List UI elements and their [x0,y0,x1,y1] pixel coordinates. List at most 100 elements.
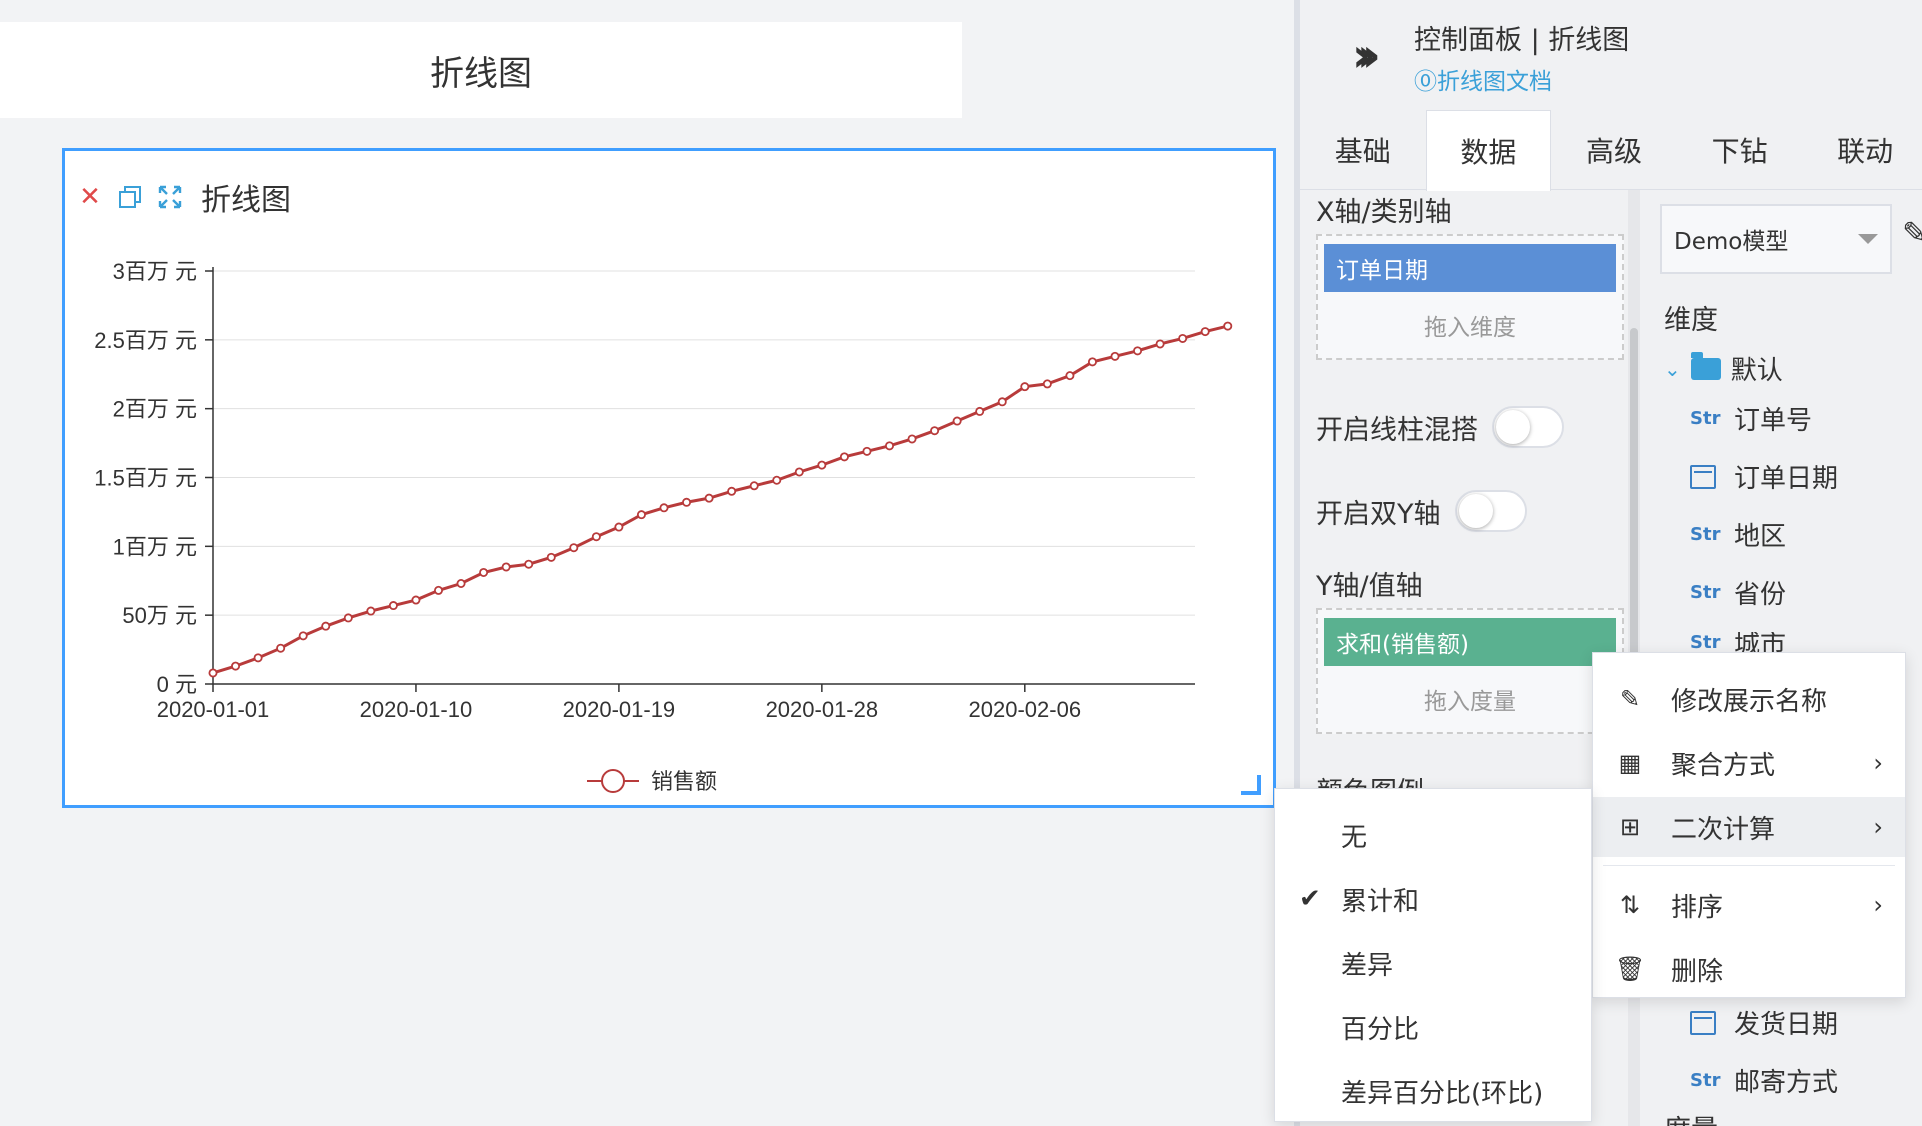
tab-linkage[interactable]: 联动 [1802,110,1922,190]
data-point [727,486,737,496]
menu-item-delete[interactable]: 🗑 删除 [1593,939,1905,999]
data-point [1110,351,1120,361]
data-point [253,653,263,663]
folder-label: 默认 [1730,356,1783,386]
field-item[interactable]: Str 邮寄方式 [1690,1062,1838,1099]
field-item[interactable]: 订单日期 [1690,458,1838,495]
model-select[interactable]: Demo模型 [1660,204,1892,274]
field-item[interactable]: Str 省份 [1690,574,1786,611]
field-item[interactable]: 发货日期 [1690,1004,1838,1041]
fullscreen-icon[interactable] [157,184,183,210]
dropdown-arrow-icon [1858,234,1878,244]
data-point [614,522,624,532]
close-icon[interactable]: ✕ [77,182,103,212]
submenu-item-difference[interactable]: 差异 [1275,931,1591,995]
dual-y-toggle-switch[interactable] [1454,490,1527,532]
doc-link[interactable]: ⓪折线图文档 [1414,62,1552,96]
mix-toggle-switch[interactable] [1492,406,1564,448]
data-point [1133,346,1143,356]
x-axis-dropzone[interactable]: 订单日期 拖入维度 [1316,234,1624,360]
calendar-icon [1690,464,1716,489]
plus-square-icon: ⊞ [1619,813,1641,841]
y-axis-label: Y轴/值轴 [1316,571,1423,602]
data-point [298,631,308,641]
y-tick-label: 1.5百万 元 [94,466,197,491]
y-axis-drop-hint: 拖入度量 [1424,689,1516,715]
checkmark-icon: ✔ [1299,884,1321,914]
resize-handle[interactable] [1241,775,1261,795]
menu-item-sort[interactable]: ⇅ 排序 › [1593,875,1905,935]
legend-label: 销售额 [651,769,717,794]
tab-data[interactable]: 数据 [1425,110,1552,191]
menu-item-rename[interactable]: ✎ 修改展示名称 [1593,669,1905,729]
data-point [636,510,646,520]
mix-toggle-label: 开启线柱混搭 [1316,414,1478,446]
menu-item-aggregation[interactable]: ▦ 聚合方式 › [1593,733,1905,793]
data-point [1020,382,1030,392]
field-label: 发货日期 [1734,1010,1839,1040]
data-point [907,434,917,444]
data-point [1200,327,1210,337]
string-type-icon: Str [1690,1070,1721,1091]
data-point [1065,371,1075,381]
tab-drilldown[interactable]: 下钻 [1677,110,1803,190]
panel-title: 控制面板 | 折线图 [1414,25,1630,56]
tab-basic[interactable]: 基础 [1300,110,1426,190]
submenu-item-cumulative[interactable]: ✔ 累计和 [1275,867,1591,931]
field-context-menu: ✎ 修改展示名称 ▦ 聚合方式 › ⊞ 二次计算 › ⇅ 排序 › 🗑 删除 [1592,652,1906,998]
data-point [1223,321,1233,331]
submenu-item-none[interactable]: 无 [1275,803,1591,867]
data-point [208,668,218,678]
pencil-icon[interactable]: ✎ [1902,216,1922,251]
string-type-icon: Str [1690,582,1721,603]
trash-icon: 🗑 [1615,955,1646,983]
submenu-item-label: 差异百分比(环比) [1341,1078,1544,1109]
submenu-item-diff-percentage[interactable]: 差异百分比(环比) [1275,1059,1591,1123]
data-point [952,416,962,426]
data-point [231,661,241,671]
data-point [817,460,827,470]
measure-heading: 度量 [1664,1108,1718,1126]
field-item[interactable]: Str 城市 [1690,632,1786,652]
data-point [366,606,376,616]
data-point [1042,379,1052,389]
x-axis-drop-hint: 拖入维度 [1424,315,1516,341]
data-point [885,441,895,451]
data-point [276,643,286,653]
x-tick-label: 2020-01-01 [157,697,270,722]
y-tick-label: 0 元 [157,672,197,697]
scrollbar-thumb[interactable] [1630,328,1638,708]
x-tick-label: 2020-01-10 [360,697,473,722]
submenu-item-percentage[interactable]: 百分比 [1275,995,1591,1059]
legend-marker [601,769,625,793]
chevron-right-icon: › [1873,813,1883,841]
chevron-right-icon: › [1873,749,1883,777]
menu-item-label: 修改展示名称 [1671,686,1828,717]
double-chevron-right-icon[interactable]: ››› [1352,28,1381,82]
chart-card[interactable]: 0 元 50万 元 1百万 元 1.5百万 元 2百万 元 2.5百万 元 3百万 元 202… [62,148,1276,808]
chevron-right-icon: › [1873,891,1883,919]
series-line [212,324,1229,675]
folder-default[interactable]: ⌄ 默认 [1664,350,1783,387]
data-point [1178,333,1188,343]
field-label: 省份 [1734,580,1787,610]
switch-knob [1458,494,1493,528]
field-item[interactable]: Str 地区 [1690,516,1786,553]
field-label: 订单日期 [1734,464,1839,494]
tab-advanced[interactable]: 高级 [1551,110,1677,190]
copy-icon[interactable] [117,184,143,210]
menu-divider [1603,865,1895,866]
menu-item-secondary-calc[interactable]: ⊞ 二次计算 › [1593,797,1905,857]
field-item[interactable]: Str 订单号 [1690,400,1812,437]
y-axis-field-pill[interactable]: 求和(销售额) [1324,618,1616,666]
x-axis-field-pill[interactable]: 订单日期 [1324,244,1616,292]
data-point [772,475,782,485]
data-point [839,452,849,462]
y-tick-label: 1百万 元 [113,534,197,559]
chevron-down-icon: ⌄ [1664,356,1681,381]
edit-icon: ✎ [1619,685,1641,713]
y-axis-dropzone[interactable]: 求和(销售额) 拖入度量 [1316,608,1624,734]
submenu-item-label: 差异 [1341,950,1394,981]
data-point [388,601,398,611]
x-tick-label: 2020-01-19 [563,697,676,722]
